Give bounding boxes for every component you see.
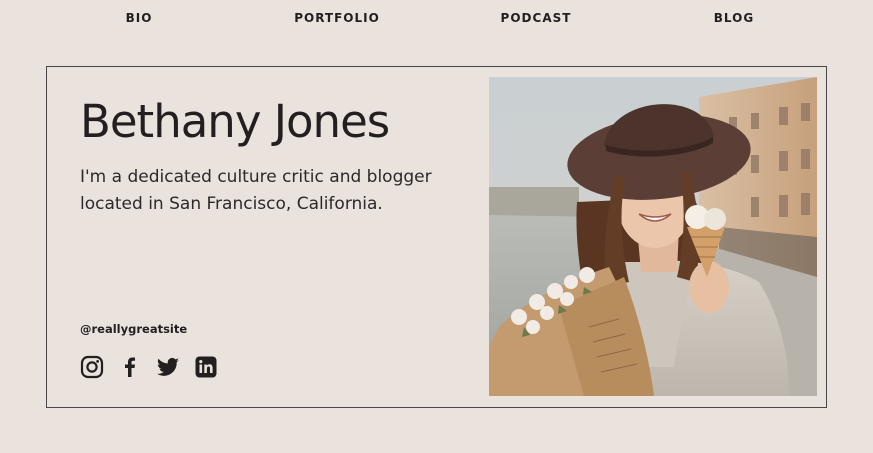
profile-bio: I'm a dedicated culture critic and blogg… bbox=[80, 167, 432, 214]
nav-link-podcast[interactable]: PODCAST bbox=[501, 11, 572, 25]
linkedin-icon[interactable] bbox=[194, 355, 218, 379]
social-links bbox=[80, 355, 218, 379]
profile-photo bbox=[489, 77, 817, 396]
profile-name: Bethany Jones bbox=[80, 95, 390, 148]
nav-link-blog[interactable]: BLOG bbox=[714, 11, 754, 25]
social-handle[interactable]: @reallygreatsite bbox=[80, 322, 187, 336]
twitter-icon[interactable] bbox=[156, 355, 180, 379]
facebook-icon[interactable] bbox=[118, 355, 142, 379]
nav-link-bio[interactable]: BIO bbox=[126, 11, 153, 25]
top-navigation: BIO PORTFOLIO PODCAST BLOG bbox=[0, 0, 873, 36]
instagram-icon[interactable] bbox=[80, 355, 104, 379]
nav-link-portfolio[interactable]: PORTFOLIO bbox=[294, 11, 380, 25]
profile-card: Bethany Jones I'm a dedicated culture cr… bbox=[46, 66, 827, 408]
